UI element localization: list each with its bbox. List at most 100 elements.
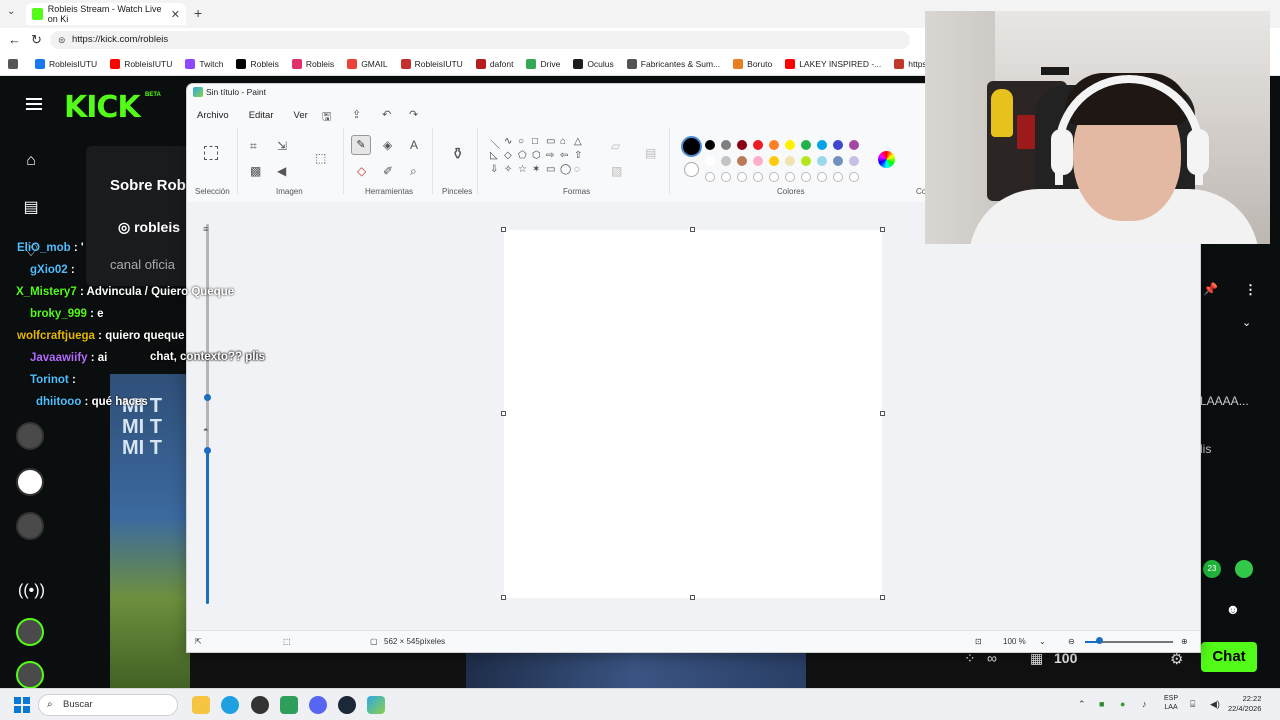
live-broadcast-icon[interactable]: ((•))	[18, 578, 45, 604]
palette-color-swatch[interactable]	[753, 140, 763, 150]
file-explorer-icon[interactable]	[192, 696, 210, 714]
magnifier-icon[interactable]: ⌕	[410, 164, 417, 179]
palette-color-swatch[interactable]	[833, 156, 843, 166]
edge-icon[interactable]	[221, 696, 239, 714]
custom-color-slot[interactable]	[849, 172, 859, 182]
site-info-icon[interactable]: ⊜	[58, 31, 66, 49]
rotate-icon[interactable]: ▩	[250, 164, 261, 178]
bookmark-item[interactable]: dafont	[475, 58, 513, 69]
palette-color-swatch[interactable]	[801, 140, 811, 150]
bookmark-item[interactable]: LAKEY INSPIRED -...	[785, 58, 881, 69]
back-icon[interactable]: ←	[8, 32, 21, 47]
resize-icon[interactable]: ⇲	[277, 139, 287, 153]
save-icon[interactable]: 🖫	[322, 108, 331, 127]
custom-color-slot[interactable]	[753, 172, 763, 182]
chat-username[interactable]: wolfcraftjuega	[17, 330, 95, 342]
bookmark-item[interactable]: Robleis	[236, 58, 279, 69]
zoom-dropdown-icon[interactable]: ⌄	[1039, 637, 1046, 646]
fill-tool-icon[interactable]: ◈	[383, 138, 392, 152]
color-picker-icon[interactable]: ✐	[383, 164, 393, 178]
palette-color-swatch[interactable]	[769, 156, 779, 166]
emoji-picker-icon[interactable]: ☻	[1222, 598, 1244, 620]
bookmark-item[interactable]: Fabricantes & Sum...	[626, 58, 720, 69]
home-icon[interactable]: ⌂	[18, 148, 44, 174]
emote-badge[interactable]: 23	[1203, 560, 1221, 578]
palette-color-swatch[interactable]	[737, 140, 747, 150]
bookmark-item[interactable]: RobleisIUTU	[400, 58, 463, 69]
more-options-icon[interactable]: ⋮	[1244, 282, 1257, 298]
bookmarks-menu-icon[interactable]	[8, 58, 22, 69]
palette-color-swatch[interactable]	[785, 140, 795, 150]
custom-color-slot[interactable]	[801, 172, 811, 182]
chrome-icon[interactable]	[251, 696, 269, 714]
new-tab-icon[interactable]: +	[194, 5, 202, 21]
bookmark-item[interactable]: Boruto	[733, 58, 772, 69]
followed-channel-avatar[interactable]	[16, 422, 44, 450]
custom-color-slot[interactable]	[833, 172, 843, 182]
redo-icon[interactable]: ↷	[409, 108, 418, 121]
palette-color-swatch[interactable]	[817, 140, 827, 150]
menu-editar[interactable]: Editar	[249, 110, 274, 121]
zoom-out-icon[interactable]: ⊖	[1068, 637, 1075, 646]
image-select-icon[interactable]: ⬚	[315, 151, 326, 165]
followed-channel-avatar[interactable]	[16, 468, 44, 496]
discord-icon[interactable]	[309, 696, 327, 714]
tray-app-icon[interactable]: ●	[1120, 699, 1125, 709]
bookmark-item[interactable]: Drive	[526, 58, 560, 69]
palette-color-swatch[interactable]	[833, 140, 843, 150]
bookmark-item[interactable]: GMAIL	[347, 58, 388, 69]
palette-color-swatch[interactable]	[801, 156, 811, 166]
followed-channel-avatar[interactable]	[16, 618, 44, 646]
steam-icon[interactable]	[338, 696, 356, 714]
bookmark-item[interactable]: Oculus	[573, 58, 614, 69]
chat-username[interactable]: Torinot	[30, 374, 69, 386]
bookmark-item[interactable]: RobleisIUTU	[35, 58, 97, 69]
browse-icon[interactable]: ▤	[18, 195, 44, 221]
browser-tab[interactable]: Robleis Stream - Watch Live on Ki ✕	[26, 3, 186, 25]
custom-color-slot[interactable]	[737, 172, 747, 182]
bookmark-item[interactable]: Twitch	[185, 58, 223, 69]
palette-color-swatch[interactable]	[849, 140, 859, 150]
zoom-slider-knob[interactable]	[1096, 637, 1103, 644]
canvas-resize-handle[interactable]	[880, 411, 885, 416]
hamburger-menu-icon[interactable]	[26, 98, 42, 110]
bookmark-item[interactable]: RobleisIUTU	[110, 58, 172, 69]
canvas-resize-handle[interactable]	[880, 227, 885, 232]
canvas-resize-handle[interactable]	[880, 595, 885, 600]
palette-color-swatch[interactable]	[705, 156, 715, 166]
palette-color-swatch[interactable]	[737, 156, 747, 166]
eraser-icon[interactable]: ◇	[357, 164, 366, 178]
emote-icon[interactable]	[1235, 560, 1253, 578]
zoom-level[interactable]: 100 %	[1003, 637, 1026, 646]
palette-color-swatch[interactable]	[721, 140, 731, 150]
edit-colors-icon[interactable]	[878, 151, 895, 168]
gift-icon[interactable]: ▦	[1030, 650, 1043, 667]
pin-icon[interactable]: 📌	[1203, 282, 1218, 296]
shapes-gallery[interactable]: ＼ ∿ ○ □ ▭ ⌂ △ ◺ ◇ ⬠ ⬡ ⇨ ⇦ ⇧ ⇩ ✧ ☆ ✶ ▭ ◯ ◌	[490, 136, 590, 182]
share-icon[interactable]: ⇪	[352, 108, 361, 121]
paint-taskbar-icon[interactable]	[367, 696, 385, 714]
menu-archivo[interactable]: Archivo	[197, 110, 229, 121]
fit-window-icon[interactable]: ⊡	[975, 637, 982, 646]
reload-icon[interactable]: ↻	[31, 32, 42, 48]
chat-settings-icon[interactable]: ⚙	[1170, 650, 1183, 668]
text-tool-icon[interactable]: A	[410, 138, 418, 152]
custom-color-slot[interactable]	[785, 172, 795, 182]
pencil-tool-button[interactable]: ✎	[351, 135, 371, 155]
notepad-icon[interactable]	[280, 696, 298, 714]
chat-send-button[interactable]: Chat	[1201, 642, 1257, 672]
palette-color-swatch[interactable]	[753, 156, 763, 166]
palette-color-swatch[interactable]	[817, 156, 827, 166]
chat-username[interactable]: broky_999	[30, 308, 87, 320]
url-field[interactable]: ⊜ https://kick.com/robleis	[50, 31, 910, 49]
chat-username[interactable]: gXio02	[30, 264, 68, 276]
chat-username[interactable]: dhiitooo	[36, 396, 81, 408]
custom-color-slot[interactable]	[721, 172, 731, 182]
tab-list-icon[interactable]: ⌄	[7, 6, 15, 17]
flip-icon[interactable]: ◀	[277, 164, 286, 178]
palette-color-swatch[interactable]	[721, 156, 731, 166]
undo-icon[interactable]: ↶	[382, 108, 391, 121]
microphone-icon[interactable]: ♪	[1142, 699, 1147, 709]
palette-color-swatch[interactable]	[769, 140, 779, 150]
clock[interactable]: 22:22 22/4/2026	[1228, 694, 1261, 714]
